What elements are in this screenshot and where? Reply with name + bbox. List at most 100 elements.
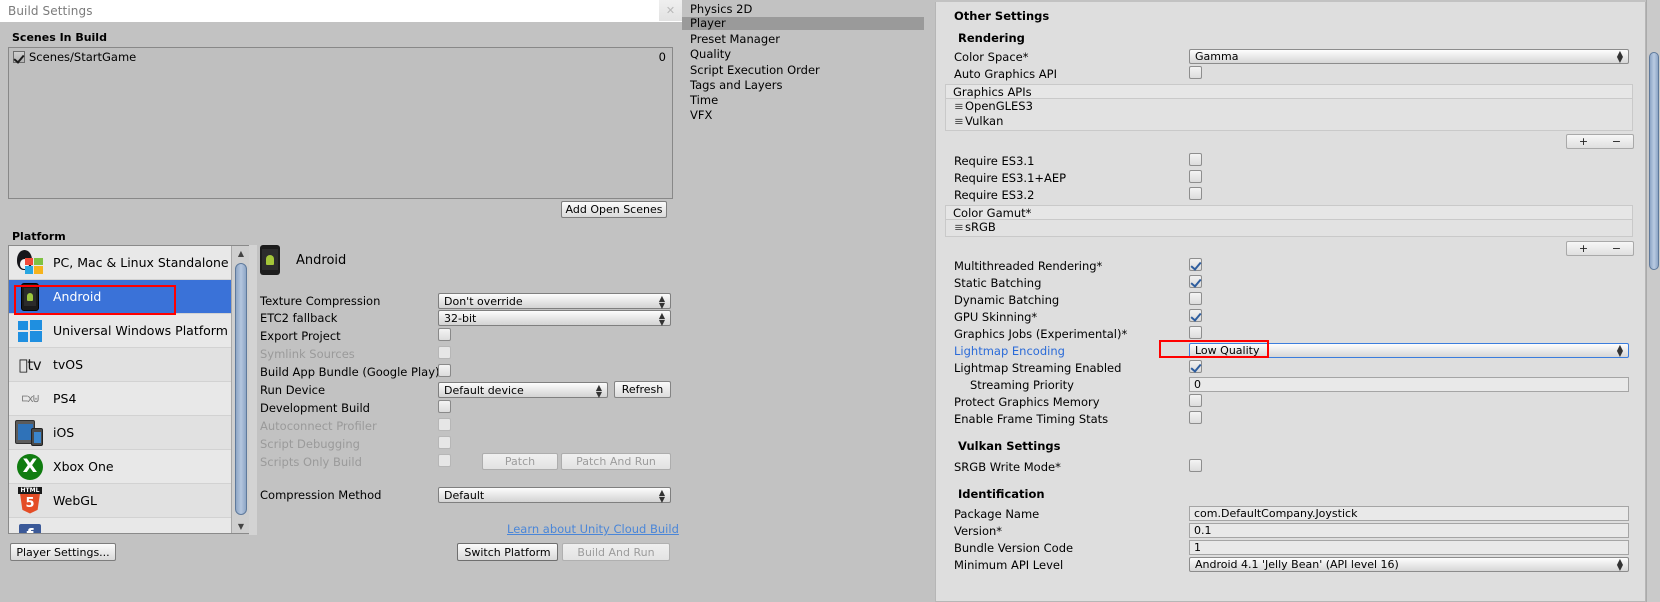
minimum-api-level-dropdown[interactable]: Android 4.1 'Jelly Bean' (API level 16) … [1189,557,1629,572]
scroll-down-icon[interactable]: ▼ [232,519,250,533]
graphics-apis-list[interactable]: ≡OpenGLES3 ≡Vulkan [945,99,1633,131]
graphics-apis-header: Graphics APIs [945,84,1633,99]
player-settings-button[interactable]: Player Settings... [10,543,116,561]
run-device-label: Run Device [260,383,326,397]
sidebar-item-physics-2d[interactable]: Physics 2D [682,3,924,16]
package-name-input[interactable]: com.DefaultCompany.Joystick [1189,506,1629,521]
graphics-jobs-checkbox[interactable] [1189,326,1202,339]
srgb-write-mode-checkbox[interactable] [1189,459,1202,472]
sidebar-item-preset-manager[interactable]: Preset Manager [682,33,924,46]
compression-method-value: Default [444,489,485,502]
scenes-in-build-list[interactable]: Scenes/StartGame 0 [8,47,673,199]
platform-item-android[interactable]: Android [9,280,249,314]
color-gamut-header: Color Gamut* [945,205,1633,220]
compression-method-dropdown[interactable]: Default ▲ ▼ [438,487,671,504]
identification-header: Identification [958,487,1045,501]
playstation-icon: ⊏x⊎ [21,392,40,405]
sidebar-item-tags-and-layers[interactable]: Tags and Layers [682,79,924,92]
patch-and-run-button: Patch And Run [561,453,671,470]
lightmap-streaming-checkbox[interactable] [1189,360,1202,373]
platform-item-label: Xbox One [53,459,114,474]
platform-item-ios[interactable]: iOS [9,416,249,450]
require-es31-aep-checkbox[interactable] [1189,170,1202,183]
graphics-api-label: Vulkan [965,114,1004,128]
multithreaded-rendering-checkbox[interactable] [1189,258,1202,271]
switch-platform-button[interactable]: Switch Platform [457,543,558,561]
platform-item-xbox-one[interactable]: Xbox One [9,450,249,484]
drag-handle-icon[interactable]: ≡ [954,114,965,129]
lightmap-encoding-dropdown[interactable]: Low Quality ▲ ▼ [1189,343,1629,358]
build-app-bundle-checkbox[interactable] [438,364,451,377]
platform-scrollbar-thumb[interactable] [235,263,247,515]
row-compression-method: Compression Method Default ▲ ▼ [260,487,672,504]
plus-icon[interactable]: + [1579,135,1588,148]
symlink-sources-label: Symlink Sources [260,347,355,361]
platform-item-facebook[interactable]: f [9,518,249,533]
gpu-skinning-checkbox[interactable] [1189,309,1202,322]
xbox-icon [13,453,47,481]
sidebar-item-quality[interactable]: Quality [682,48,924,61]
version-input[interactable]: 0.1 [1189,523,1629,538]
package-name-label: Package Name [954,507,1040,521]
drag-handle-icon[interactable]: ≡ [954,99,965,114]
sidebar-item-vfx[interactable]: VFX [682,109,924,122]
require-es31-label: Require ES3.1 [954,154,1035,168]
close-icon[interactable]: ✕ [659,0,682,21]
platform-item-uwp[interactable]: Universal Windows Platform [9,314,249,348]
export-project-checkbox[interactable] [438,328,451,341]
patch-button: Patch [482,453,558,470]
frame-timing-stats-label: Enable Frame Timing Stats [954,412,1109,426]
list-item[interactable]: ≡OpenGLES3 [946,99,1632,114]
require-es31-checkbox[interactable] [1189,153,1202,166]
texture-compression-dropdown[interactable]: Don't override ▲ ▼ [438,293,671,310]
color-gamut-add-remove[interactable]: + − [1566,241,1634,256]
scene-list-item[interactable]: Scenes/StartGame 0 [9,48,672,66]
unity-cloud-build-link[interactable]: Learn about Unity Cloud Build [507,522,679,536]
sidebar-item-player[interactable]: Player [682,17,924,30]
scroll-up-icon[interactable]: ▲ [232,246,250,260]
list-item[interactable]: ≡Vulkan [946,114,1632,129]
static-batching-checkbox[interactable] [1189,275,1202,288]
dynamic-batching-checkbox[interactable] [1189,292,1202,305]
window-scrollbar[interactable] [1646,0,1660,602]
drag-handle-icon[interactable]: ≡ [954,220,965,235]
auto-graphics-api-checkbox[interactable] [1189,66,1202,79]
refresh-button[interactable]: Refresh [614,381,671,398]
run-device-dropdown[interactable]: Default device ▲ ▼ [438,382,608,399]
scene-enabled-checkbox[interactable] [13,51,25,63]
android-panel-scrollbar[interactable] [249,245,257,535]
plus-icon[interactable]: + [1579,242,1588,255]
project-settings-nav: Physics 2D Player Preset Manager Quality… [682,0,924,602]
row-package-name: Package Name com.DefaultCompany.Joystick [944,506,1634,522]
color-gamut-list[interactable]: ≡sRGB [945,220,1633,237]
platform-item-standalone[interactable]: PC, Mac & Linux Standalone [9,246,249,280]
streaming-priority-input[interactable]: 0 [1189,377,1629,392]
frame-timing-stats-checkbox[interactable] [1189,411,1202,424]
platform-item-tvos[interactable]: tv tvOS [9,348,249,382]
platform-list[interactable]: PC, Mac & Linux Standalone Android Unive… [8,245,250,534]
sidebar-item-time[interactable]: Time [682,94,924,107]
platform-item-webgl[interactable]: HTML WebGL [9,484,249,518]
development-build-checkbox[interactable] [438,400,451,413]
require-es32-checkbox[interactable] [1189,187,1202,200]
list-item[interactable]: ≡sRGB [946,220,1632,235]
symlink-sources-checkbox [438,346,451,359]
row-texture-compression: Texture Compression Don't override ▲ ▼ [260,293,672,310]
window-scrollbar-thumb[interactable] [1649,52,1659,270]
android-panel-title: Android [260,245,346,275]
add-open-scenes-button[interactable]: Add Open Scenes [561,201,667,218]
graphics-apis-add-remove[interactable]: + − [1566,134,1634,149]
bundle-version-code-input[interactable]: 1 [1189,540,1629,555]
minus-icon[interactable]: − [1612,135,1621,148]
platform-list-scrollbar[interactable]: ▲ ▼ [231,246,249,533]
chevron-updown-icon: ▲ ▼ [658,311,665,327]
chevron-updown-icon: ▲ ▼ [1616,343,1623,358]
color-space-dropdown[interactable]: Gamma ▲ ▼ [1189,49,1629,64]
row-multithreaded-rendering: Multithreaded Rendering* [944,258,1634,274]
protect-graphics-memory-checkbox[interactable] [1189,394,1202,407]
row-version: Version* 0.1 [944,523,1634,539]
etc2-fallback-dropdown[interactable]: 32-bit ▲ ▼ [438,310,671,327]
sidebar-item-script-execution-order[interactable]: Script Execution Order [682,64,924,77]
platform-item-ps4[interactable]: ⊏x⊎ PS4 [9,382,249,416]
minus-icon[interactable]: − [1612,242,1621,255]
